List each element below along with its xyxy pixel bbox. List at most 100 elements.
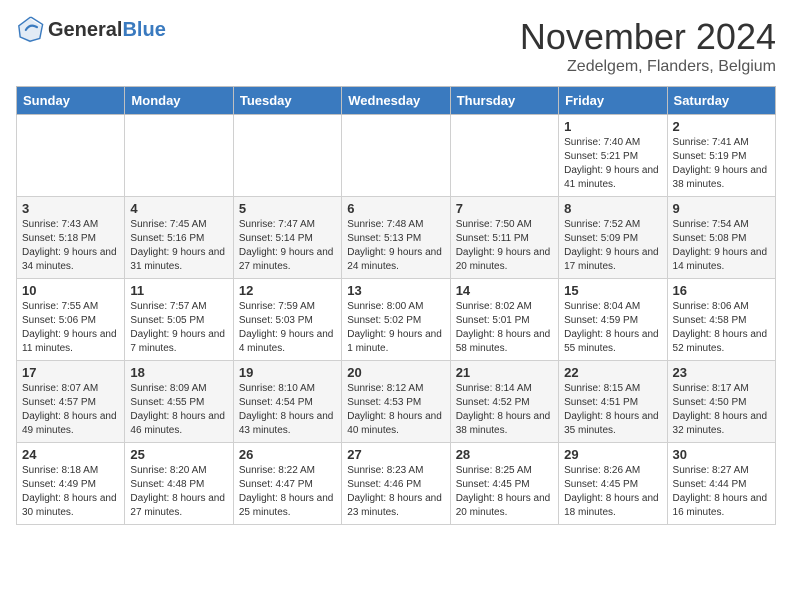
day-number: 17 — [22, 365, 119, 380]
calendar-week-2: 10 Sunrise: 7:55 AM Sunset: 5:06 PM Dayli… — [17, 279, 776, 361]
day-info: Sunrise: 8:26 AM Sunset: 4:45 PM Dayligh… — [564, 464, 661, 520]
day-number: 29 — [564, 447, 661, 462]
calendar-cell — [17, 115, 125, 197]
logo-icon — [16, 16, 44, 44]
col-header-thursday: Thursday — [450, 87, 558, 115]
day-number: 12 — [239, 283, 336, 298]
col-header-monday: Monday — [125, 87, 233, 115]
day-info: Sunrise: 8:02 AM Sunset: 5:01 PM Dayligh… — [456, 300, 553, 356]
logo-blue: Blue — [122, 19, 165, 41]
calendar-cell — [450, 115, 558, 197]
col-header-wednesday: Wednesday — [342, 87, 450, 115]
day-info: Sunrise: 8:09 AM Sunset: 4:55 PM Dayligh… — [130, 382, 227, 438]
calendar-cell: 11 Sunrise: 7:57 AM Sunset: 5:05 PM Dayli… — [125, 279, 233, 361]
calendar-cell: 5 Sunrise: 7:47 AM Sunset: 5:14 PM Daylig… — [233, 197, 341, 279]
day-number: 18 — [130, 365, 227, 380]
day-info: Sunrise: 7:41 AM Sunset: 5:19 PM Dayligh… — [673, 136, 770, 192]
calendar-cell: 27Sunrise: 8:23 AM Sunset: 4:46 PM Dayli… — [342, 443, 450, 525]
day-info: Sunrise: 8:06 AM Sunset: 4:58 PM Dayligh… — [673, 300, 770, 356]
day-info: Sunrise: 8:27 AM Sunset: 4:44 PM Dayligh… — [673, 464, 770, 520]
day-info: Sunrise: 7:57 AM Sunset: 5:05 PM Dayligh… — [130, 300, 227, 356]
calendar-cell: 13 Sunrise: 8:00 AM Sunset: 5:02 PM Dayli… — [342, 279, 450, 361]
day-number: 30 — [673, 447, 770, 462]
calendar-cell: 23Sunrise: 8:17 AM Sunset: 4:50 PM Dayli… — [667, 361, 775, 443]
day-number: 28 — [456, 447, 553, 462]
day-number: 6 — [347, 201, 444, 216]
calendar-cell — [342, 115, 450, 197]
day-info: Sunrise: 7:54 AM Sunset: 5:08 PM Dayligh… — [673, 218, 770, 274]
calendar-cell: 19Sunrise: 8:10 AM Sunset: 4:54 PM Dayli… — [233, 361, 341, 443]
calendar-cell: 17 Sunrise: 8:07 AM Sunset: 4:57 PM Dayli… — [17, 361, 125, 443]
calendar-header-row: SundayMondayTuesdayWednesdayThursdayFrid… — [17, 87, 776, 115]
col-header-friday: Friday — [559, 87, 667, 115]
calendar-cell — [233, 115, 341, 197]
calendar-cell: 25Sunrise: 8:20 AM Sunset: 4:48 PM Dayli… — [125, 443, 233, 525]
day-info: Sunrise: 7:47 AM Sunset: 5:14 PM Dayligh… — [239, 218, 336, 274]
day-number: 2 — [673, 119, 770, 134]
calendar-cell: 14 Sunrise: 8:02 AM Sunset: 5:01 PM Dayli… — [450, 279, 558, 361]
day-info: Sunrise: 8:04 AM Sunset: 4:59 PM Dayligh… — [564, 300, 661, 356]
day-number: 10 — [22, 283, 119, 298]
day-info: Sunrise: 8:07 AM Sunset: 4:57 PM Dayligh… — [22, 382, 119, 438]
day-info: Sunrise: 7:59 AM Sunset: 5:03 PM Dayligh… — [239, 300, 336, 356]
day-number: 9 — [673, 201, 770, 216]
day-number: 1 — [564, 119, 661, 134]
day-info: Sunrise: 8:00 AM Sunset: 5:02 PM Dayligh… — [347, 300, 444, 356]
day-number: 15 — [564, 283, 661, 298]
title-area: November 2024 Zedelgem, Flanders, Belgiu… — [520, 16, 776, 76]
day-number: 16 — [673, 283, 770, 298]
day-number: 24 — [22, 447, 119, 462]
day-info: Sunrise: 7:52 AM Sunset: 5:09 PM Dayligh… — [564, 218, 661, 274]
day-number: 20 — [347, 365, 444, 380]
calendar-cell: 16 Sunrise: 8:06 AM Sunset: 4:58 PM Dayli… — [667, 279, 775, 361]
day-info: Sunrise: 7:50 AM Sunset: 5:11 PM Dayligh… — [456, 218, 553, 274]
calendar-cell: 29 Sunrise: 8:26 AM Sunset: 4:45 PM Dayli… — [559, 443, 667, 525]
day-number: 8 — [564, 201, 661, 216]
calendar-cell: 24 Sunrise: 8:18 AM Sunset: 4:49 PM Dayli… — [17, 443, 125, 525]
day-number: 5 — [239, 201, 336, 216]
day-info: Sunrise: 7:40 AM Sunset: 5:21 PM Dayligh… — [564, 136, 661, 192]
calendar-cell: 10 Sunrise: 7:55 AM Sunset: 5:06 PM Dayli… — [17, 279, 125, 361]
calendar-cell: 20 Sunrise: 8:12 AM Sunset: 4:53 PM Dayli… — [342, 361, 450, 443]
day-number: 13 — [347, 283, 444, 298]
calendar-cell: 1 Sunrise: 7:40 AM Sunset: 5:21 PM Daylig… — [559, 115, 667, 197]
calendar-cell: 4Sunrise: 7:45 AM Sunset: 5:16 PM Daylig… — [125, 197, 233, 279]
calendar-cell: 9 Sunrise: 7:54 AM Sunset: 5:08 PM Daylig… — [667, 197, 775, 279]
day-number: 7 — [456, 201, 553, 216]
calendar-cell: 21 Sunrise: 8:14 AM Sunset: 4:52 PM Dayli… — [450, 361, 558, 443]
calendar-week-1: 3Sunrise: 7:43 AM Sunset: 5:18 PM Daylig… — [17, 197, 776, 279]
logo-general: General — [48, 19, 122, 41]
day-number: 4 — [130, 201, 227, 216]
day-info: Sunrise: 8:23 AM Sunset: 4:46 PM Dayligh… — [347, 464, 444, 520]
day-number: 3 — [22, 201, 119, 216]
calendar-cell — [125, 115, 233, 197]
calendar: SundayMondayTuesdayWednesdayThursdayFrid… — [16, 86, 776, 525]
calendar-cell: 18 Sunrise: 8:09 AM Sunset: 4:55 PM Dayli… — [125, 361, 233, 443]
calendar-cell: 26Sunrise: 8:22 AM Sunset: 4:47 PM Dayli… — [233, 443, 341, 525]
header: GeneralBlue November 2024 Zedelgem, Flan… — [16, 16, 776, 76]
day-info: Sunrise: 7:48 AM Sunset: 5:13 PM Dayligh… — [347, 218, 444, 274]
calendar-cell: 7 Sunrise: 7:50 AM Sunset: 5:11 PM Daylig… — [450, 197, 558, 279]
calendar-week-3: 17 Sunrise: 8:07 AM Sunset: 4:57 PM Dayli… — [17, 361, 776, 443]
day-number: 14 — [456, 283, 553, 298]
calendar-cell: 3Sunrise: 7:43 AM Sunset: 5:18 PM Daylig… — [17, 197, 125, 279]
col-header-sunday: Sunday — [17, 87, 125, 115]
day-number: 23 — [673, 365, 770, 380]
day-info: Sunrise: 7:55 AM Sunset: 5:06 PM Dayligh… — [22, 300, 119, 356]
calendar-cell: 6 Sunrise: 7:48 AM Sunset: 5:13 PM Daylig… — [342, 197, 450, 279]
calendar-cell: 12 Sunrise: 7:59 AM Sunset: 5:03 PM Dayli… — [233, 279, 341, 361]
day-info: Sunrise: 8:25 AM Sunset: 4:45 PM Dayligh… — [456, 464, 553, 520]
day-number: 11 — [130, 283, 227, 298]
calendar-cell: 28 Sunrise: 8:25 AM Sunset: 4:45 PM Dayli… — [450, 443, 558, 525]
day-info: Sunrise: 8:12 AM Sunset: 4:53 PM Dayligh… — [347, 382, 444, 438]
day-number: 25 — [130, 447, 227, 462]
day-info: Sunrise: 8:15 AM Sunset: 4:51 PM Dayligh… — [564, 382, 661, 438]
day-info: Sunrise: 8:18 AM Sunset: 4:49 PM Dayligh… — [22, 464, 119, 520]
calendar-cell: 2 Sunrise: 7:41 AM Sunset: 5:19 PM Daylig… — [667, 115, 775, 197]
day-number: 26 — [239, 447, 336, 462]
calendar-week-0: 1 Sunrise: 7:40 AM Sunset: 5:21 PM Daylig… — [17, 115, 776, 197]
day-info: Sunrise: 8:10 AM Sunset: 4:54 PM Dayligh… — [239, 382, 336, 438]
day-info: Sunrise: 8:14 AM Sunset: 4:52 PM Dayligh… — [456, 382, 553, 438]
day-number: 21 — [456, 365, 553, 380]
calendar-cell: 15 Sunrise: 8:04 AM Sunset: 4:59 PM Dayli… — [559, 279, 667, 361]
